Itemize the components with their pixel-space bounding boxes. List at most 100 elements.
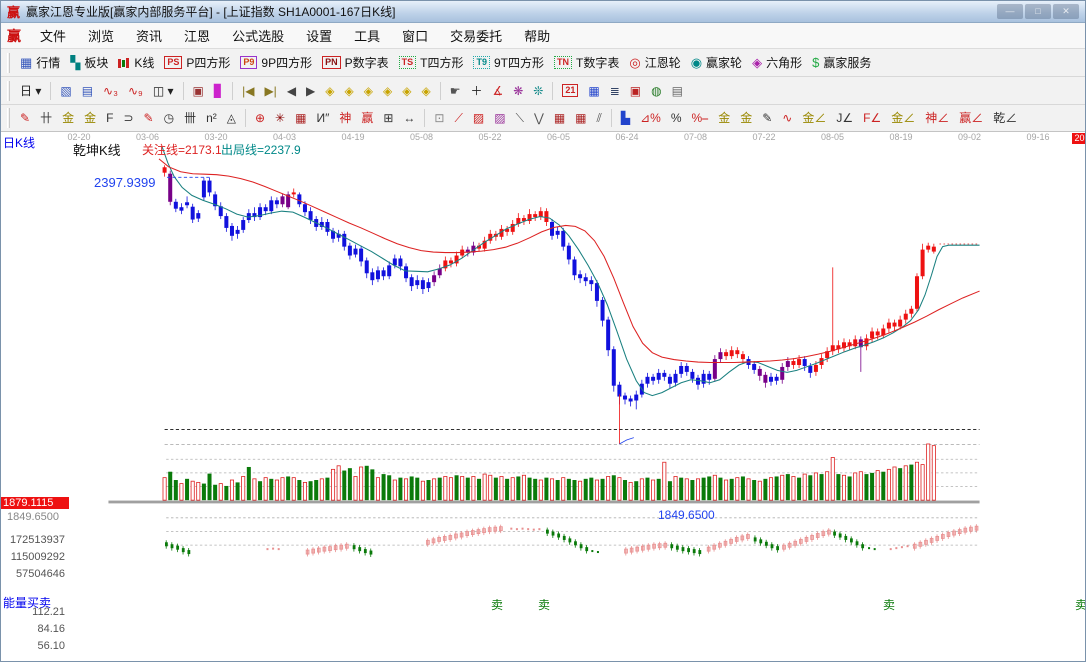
close-button[interactable]: ✕ bbox=[1053, 4, 1079, 19]
chart-region[interactable]: 日K线 02-2003-0603-2004-0304-1905-0805-220… bbox=[1, 132, 1086, 662]
tool-zoom-in-diamond[interactable]: ◈ bbox=[397, 82, 416, 100]
draw-j-angle[interactable]: J∠ bbox=[831, 109, 858, 127]
draw-star-target[interactable]: ✳ bbox=[270, 109, 290, 127]
draw-pencil-3[interactable]: ✎ bbox=[757, 109, 777, 127]
toolbar-grip[interactable] bbox=[7, 81, 10, 101]
tool-wave-3[interactable]: ∿₃ bbox=[98, 82, 123, 100]
tool-go-first[interactable]: |◀ bbox=[237, 82, 259, 100]
draw-ying-tool[interactable]: 赢 bbox=[356, 109, 378, 127]
tool-zoom-out-diamond[interactable]: ◈ bbox=[416, 82, 435, 100]
tool-pan-right-diamond[interactable]: ◈ bbox=[340, 82, 359, 100]
toolbar-button-9p-square[interactable]: P99P四方形 bbox=[235, 52, 317, 73]
maximize-button[interactable]: □ bbox=[1025, 4, 1051, 19]
tool-calendar[interactable]: 21 bbox=[557, 82, 583, 99]
tool-step-forward[interactable]: ▶ bbox=[301, 82, 320, 100]
draw-histogram-tool[interactable]: ▙ bbox=[616, 109, 635, 127]
toolbar-button-p-square[interactable]: PSP四方形 bbox=[159, 52, 235, 73]
draw-measure[interactable]: ↔ bbox=[398, 109, 420, 127]
draw-parallel-lines[interactable]: ⫽ bbox=[592, 109, 607, 127]
tool-angle-tool[interactable]: ∡ bbox=[487, 82, 508, 100]
draw-grid-ruler[interactable]: 卌 bbox=[179, 109, 201, 127]
draw-shen-angle[interactable]: 神∠ bbox=[920, 109, 954, 127]
tool-crosshair[interactable]: ＋ bbox=[465, 82, 487, 100]
menu-资讯[interactable]: 资讯 bbox=[125, 26, 173, 47]
draw-time-circle[interactable]: ◷ bbox=[159, 109, 179, 127]
menu-窗口[interactable]: 窗口 bbox=[391, 26, 439, 47]
draw-gann-box-2[interactable]: ▨ bbox=[489, 109, 510, 127]
toolbar-button-winner-service[interactable]: $赢家服务 bbox=[807, 52, 876, 73]
draw-wave-tool[interactable]: ∿ bbox=[777, 109, 797, 127]
draw-qian-angle[interactable]: 乾∠ bbox=[988, 109, 1022, 127]
draw-gold-gate-2[interactable]: 金 bbox=[79, 109, 101, 127]
menu-浏览[interactable]: 浏览 bbox=[77, 26, 125, 47]
menu-设置[interactable]: 设置 bbox=[295, 26, 343, 47]
menu-公式选股[interactable]: 公式选股 bbox=[221, 26, 295, 47]
tool-go-last[interactable]: ▶| bbox=[259, 82, 281, 100]
kline-chart-canvas[interactable] bbox=[1, 132, 1086, 662]
draw-f-angle[interactable]: F∠ bbox=[858, 109, 886, 127]
tool-fractal-tool[interactable]: ❊ bbox=[528, 82, 548, 100]
draw-number-grid[interactable]: ⊞ bbox=[378, 109, 398, 127]
tool-pan-hand[interactable]: ☛ bbox=[445, 82, 466, 100]
draw-pencil-2[interactable]: ✎ bbox=[139, 109, 159, 127]
toolbar-button-t-square[interactable]: TST四方形 bbox=[394, 52, 469, 73]
draw-gold-line[interactable]: 金 bbox=[735, 109, 757, 127]
toolbar-button-9t-square[interactable]: T99T四方形 bbox=[468, 52, 549, 73]
toolbar-grip[interactable] bbox=[7, 108, 10, 128]
toolbar-button-gann-wheel[interactable]: ◎江恩轮 bbox=[624, 52, 685, 73]
draw-percent-line[interactable]: %⎯ bbox=[687, 109, 714, 127]
tool-notes[interactable]: ≣ bbox=[605, 82, 625, 100]
pane-label-daily-kline[interactable]: 日K线 bbox=[3, 134, 35, 151]
tool-quote-board[interactable]: ▤ bbox=[77, 82, 98, 100]
draw-gold-angle[interactable]: 金∠ bbox=[797, 109, 831, 127]
tool-step-back[interactable]: ◀ bbox=[282, 82, 301, 100]
draw-gann-target[interactable]: ⊕ bbox=[250, 109, 270, 127]
draw-pencil[interactable]: ✎ bbox=[15, 109, 35, 127]
tool-expand-diamond[interactable]: ◈ bbox=[359, 82, 378, 100]
draw-grid-target[interactable]: ▦ bbox=[290, 109, 311, 127]
draw-percent-retrace[interactable]: ⊿% bbox=[635, 109, 666, 127]
toolbar-button-winner-wheel[interactable]: ◉赢家轮 bbox=[686, 52, 747, 73]
toolbar-button-t-number-table[interactable]: TNT数字表 bbox=[549, 52, 624, 73]
draw-wave-mark[interactable]: И″ bbox=[311, 109, 334, 127]
toolbar-button-sectors[interactable]: ▚板块 bbox=[65, 52, 113, 73]
tool-candle-style[interactable]: ◫ ▾ bbox=[148, 82, 179, 100]
menu-文件[interactable]: 文件 bbox=[29, 26, 77, 47]
tool-web[interactable]: ◍ bbox=[646, 82, 666, 100]
tool-calculator[interactable]: ▦ bbox=[583, 82, 604, 100]
draw-red-grid-2[interactable]: ▦ bbox=[570, 109, 591, 127]
draw-fan-lines[interactable]: ⟋ bbox=[449, 109, 467, 127]
toolbar-button-kline[interactable]: K线 bbox=[113, 52, 159, 73]
toolbar-grip[interactable] bbox=[7, 53, 10, 73]
toolbar-button-hexagon[interactable]: ◈六角形 bbox=[747, 52, 807, 73]
menu-工具[interactable]: 工具 bbox=[343, 26, 391, 47]
tool-period-selector[interactable]: 日 ▾ bbox=[15, 82, 46, 100]
draw-gold-gate-1[interactable]: 金 bbox=[57, 109, 79, 127]
tool-pan-left-diamond[interactable]: ◈ bbox=[320, 82, 339, 100]
title-bar[interactable]: 赢 赢家江恩专业版[赢家内部服务平台] - [上证指数 SH1A0001-167… bbox=[1, 1, 1085, 23]
draw-red-grid[interactable]: ▦ bbox=[549, 109, 570, 127]
tool-print[interactable]: ▤ bbox=[667, 82, 688, 100]
draw-fibonacci[interactable]: F bbox=[101, 109, 118, 127]
draw-compass[interactable]: ◬ bbox=[222, 109, 241, 127]
draw-gold-circle[interactable]: 金 bbox=[713, 109, 735, 127]
tool-chart-window[interactable]: ▧ bbox=[55, 82, 76, 100]
draw-gann-box[interactable]: ▨ bbox=[468, 109, 489, 127]
menu-帮助[interactable]: 帮助 bbox=[513, 26, 561, 47]
draw-v-dots[interactable]: ⋁ bbox=[529, 109, 549, 127]
tool-gann-flower[interactable]: ❋ bbox=[508, 82, 528, 100]
tool-save[interactable]: ▣ bbox=[625, 82, 646, 100]
menu-交易委托[interactable]: 交易委托 bbox=[439, 26, 513, 47]
draw-gold-angle-2[interactable]: 金∠ bbox=[886, 109, 920, 127]
draw-ruler[interactable]: 卄 bbox=[35, 109, 57, 127]
draw-window-tool[interactable]: ⊡ bbox=[429, 109, 449, 127]
tool-color-histogram[interactable]: ▊ bbox=[209, 82, 228, 100]
draw-arc[interactable]: ⊃ bbox=[118, 109, 138, 127]
toolbar-button-p-number-table[interactable]: PNP数字表 bbox=[317, 52, 394, 73]
draw-ying-angle[interactable]: 赢∠ bbox=[954, 109, 988, 127]
tool-pattern-box[interactable]: ▣ bbox=[188, 82, 209, 100]
draw-shen-tool[interactable]: 神 bbox=[334, 109, 356, 127]
tool-compress-diamond[interactable]: ◈ bbox=[378, 82, 397, 100]
tool-wave-9[interactable]: ∿₉ bbox=[123, 82, 148, 100]
draw-down-fan[interactable]: ⟍ bbox=[511, 109, 529, 127]
